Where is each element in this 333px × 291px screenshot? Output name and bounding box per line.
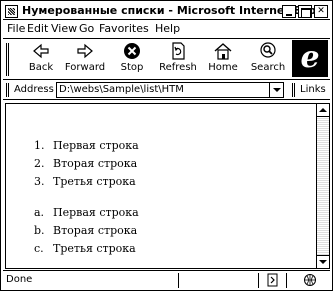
dropdown-icon[interactable] [269, 83, 283, 97]
list-item-text: Первая строка [53, 139, 139, 152]
list-marker: c. [34, 242, 44, 255]
zone-icon [304, 274, 316, 286]
status-divider [258, 273, 259, 288]
stop-button[interactable]: Stop [110, 41, 154, 77]
stop-label: Stop [120, 62, 144, 73]
menu-bar: File Edit View Go Favorites Help [3, 21, 330, 37]
close-button[interactable]: ✕ [314, 5, 328, 18]
list-item-text: Вторая строка [53, 224, 138, 237]
search-button[interactable]: Search [246, 41, 290, 77]
list-marker: b. [34, 224, 45, 237]
ie-logo: e [292, 40, 328, 77]
home-button[interactable]: Home [201, 41, 245, 77]
list-marker: 1. [34, 139, 45, 152]
search-icon [260, 42, 276, 58]
menu-help[interactable]: Help [155, 22, 180, 35]
forward-button[interactable]: Forward [63, 41, 107, 77]
toolbar-grip[interactable] [6, 43, 9, 76]
refresh-icon [172, 42, 185, 60]
security-icon [267, 273, 278, 287]
list-marker: a. [34, 206, 45, 219]
home-label: Home [208, 62, 238, 73]
standard-toolbar: Back Forward Stop Refresh Home Search e [3, 38, 330, 78]
maximize-button[interactable] [298, 5, 312, 18]
page-content: 1. Первая строка 2. Вторая строка 3. Тре… [5, 103, 317, 269]
scroll-up-icon[interactable] [317, 104, 329, 117]
scroll-down-icon[interactable] [317, 255, 329, 268]
forward-label: Forward [64, 62, 106, 73]
refresh-label: Refresh [159, 62, 197, 73]
forward-icon [77, 43, 93, 59]
status-divider [286, 273, 287, 288]
address-bar: Address D:\webs\Sample\list\HTM Links [3, 79, 330, 100]
vertical-scrollbar[interactable] [317, 103, 330, 269]
links-button[interactable]: Links [300, 84, 326, 95]
menu-view[interactable]: View [51, 22, 77, 35]
search-label: Search [250, 62, 286, 73]
back-icon [33, 43, 49, 59]
list-item-text: Вторая строка [53, 157, 138, 170]
address-input[interactable]: D:\webs\Sample\list\HTM [56, 82, 284, 98]
list-item-text: Третья строка [53, 242, 136, 255]
list-item-text: Первая строка [53, 206, 139, 219]
home-icon [214, 43, 232, 60]
back-label: Back [28, 62, 54, 73]
status-divider [178, 273, 179, 288]
menu-go[interactable]: Go [79, 22, 94, 35]
minimize-button[interactable] [282, 5, 296, 18]
links-grip[interactable] [292, 83, 295, 97]
status-bar: Done [3, 270, 330, 289]
menu-edit[interactable]: Edit [27, 22, 48, 35]
refresh-button[interactable]: Refresh [156, 41, 200, 77]
list-marker: 2. [34, 157, 45, 170]
address-label: Address [14, 84, 54, 95]
title-bar: Нумерованные списки - Microsoft Internet… [3, 3, 330, 20]
window-icon[interactable] [5, 5, 18, 18]
status-text: Done [6, 274, 33, 285]
browser-window: Нумерованные списки - Microsoft Internet… [0, 0, 333, 291]
stop-icon [124, 43, 140, 59]
address-grip[interactable] [6, 83, 9, 97]
back-button[interactable]: Back [19, 41, 63, 77]
menu-favorites[interactable]: Favorites [99, 22, 149, 35]
menu-file[interactable]: File [7, 22, 25, 35]
list-item-text: Третья строка [53, 175, 136, 188]
list-marker: 3. [34, 175, 45, 188]
